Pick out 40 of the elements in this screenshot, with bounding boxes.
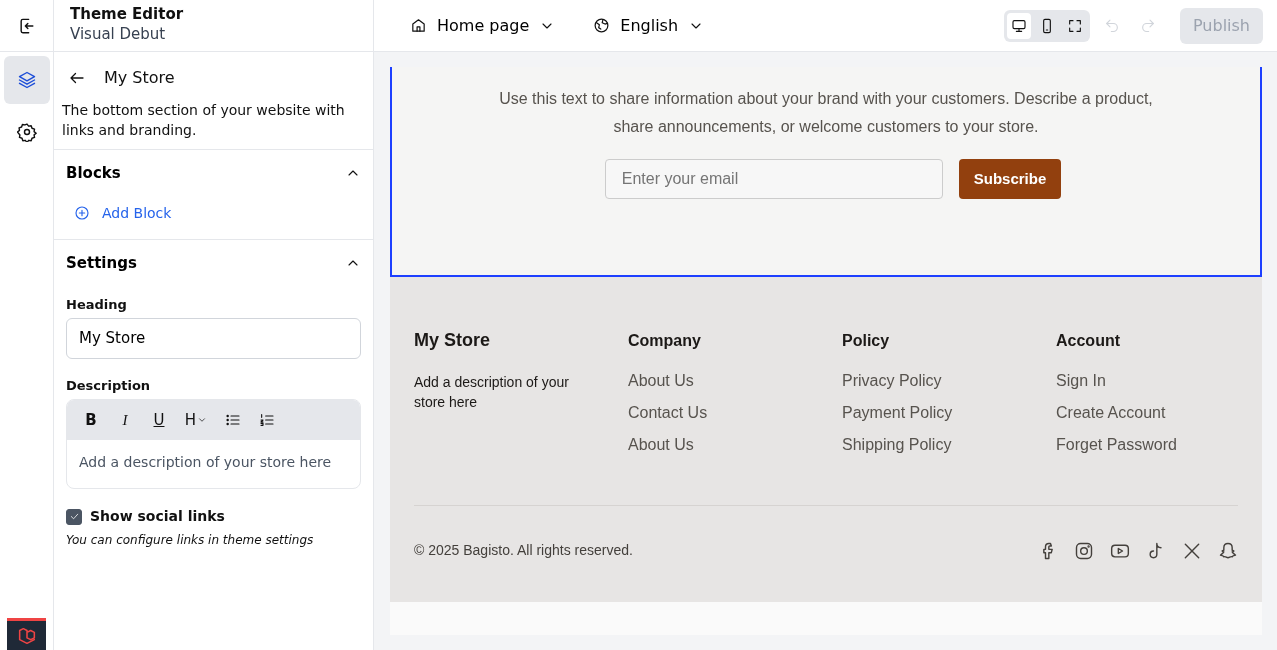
editor-placeholder: Add a description of your store here	[78, 453, 333, 472]
footer-link[interactable]: Forget Password	[1056, 435, 1270, 455]
page-dropdown[interactable]: Home page	[406, 9, 560, 42]
footer-column-title: Account	[1056, 331, 1121, 351]
italic-button[interactable]: I	[113, 408, 137, 432]
heading-label: H	[184, 409, 197, 431]
copyright-text: © 2025 Bagisto. All rights reserved.	[414, 541, 633, 560]
email-input[interactable]: Enter your email	[604, 159, 943, 199]
add-block-link[interactable]: Add Block	[74, 202, 172, 224]
heading-input[interactable]: My Store	[66, 318, 361, 359]
footer-brand: My Store	[414, 329, 492, 352]
checkbox-label: Show social links	[90, 507, 225, 526]
newsletter-text: Use this text to share information about your brand with your customers. Describe a product, share announcements, or welcome customers to your store.	[498, 89, 1154, 137]
footer-link[interactable]: Sign In	[1056, 371, 1270, 391]
heading-dropdown[interactable]: H	[181, 408, 211, 432]
footer-link[interactable]: Shipping Policy	[842, 435, 1056, 455]
subscribe-button[interactable]: Subscribe	[958, 159, 1062, 199]
footer-column-title: Policy	[842, 331, 891, 351]
field-label: Description	[66, 376, 152, 395]
section-description: The bottom section of your website with links and branding.	[54, 96, 373, 150]
section-title: My Store	[104, 67, 175, 89]
newsletter-section[interactable]: Use this text to share information about your brand with your customers. Describe a product, share announcements, or welcome customers to your store. Enter your email Subscribe	[390, 67, 1262, 277]
footer-link[interactable]: Payment Policy	[842, 403, 1056, 423]
footer-link[interactable]: Privacy Policy	[842, 371, 1056, 391]
field-label: Heading	[66, 295, 128, 314]
theme-name: Visual Debut	[70, 24, 167, 45]
bold-button[interactable]: B	[79, 408, 103, 432]
rich-text-editor[interactable]: B I U H Add a description of your store here	[66, 399, 361, 489]
underline-button[interactable]: U	[147, 408, 171, 432]
section-toggle[interactable]: Settings	[54, 240, 373, 287]
app-title: Theme Editor	[70, 4, 185, 25]
section-toggle[interactable]: Blocks	[54, 150, 373, 197]
footer-description: Add a description of your store here	[414, 373, 570, 412]
footer-link[interactable]: About Us	[628, 435, 842, 455]
hint-text: You can configure links in theme settings	[66, 532, 315, 549]
footer-link[interactable]: Contact Us	[628, 403, 842, 423]
language-dropdown[interactable]: English	[589, 9, 709, 42]
footer-link[interactable]: Create Account	[1056, 403, 1270, 423]
footer-column-title: Company	[628, 331, 702, 351]
footer-link[interactable]: About Us	[628, 371, 842, 391]
